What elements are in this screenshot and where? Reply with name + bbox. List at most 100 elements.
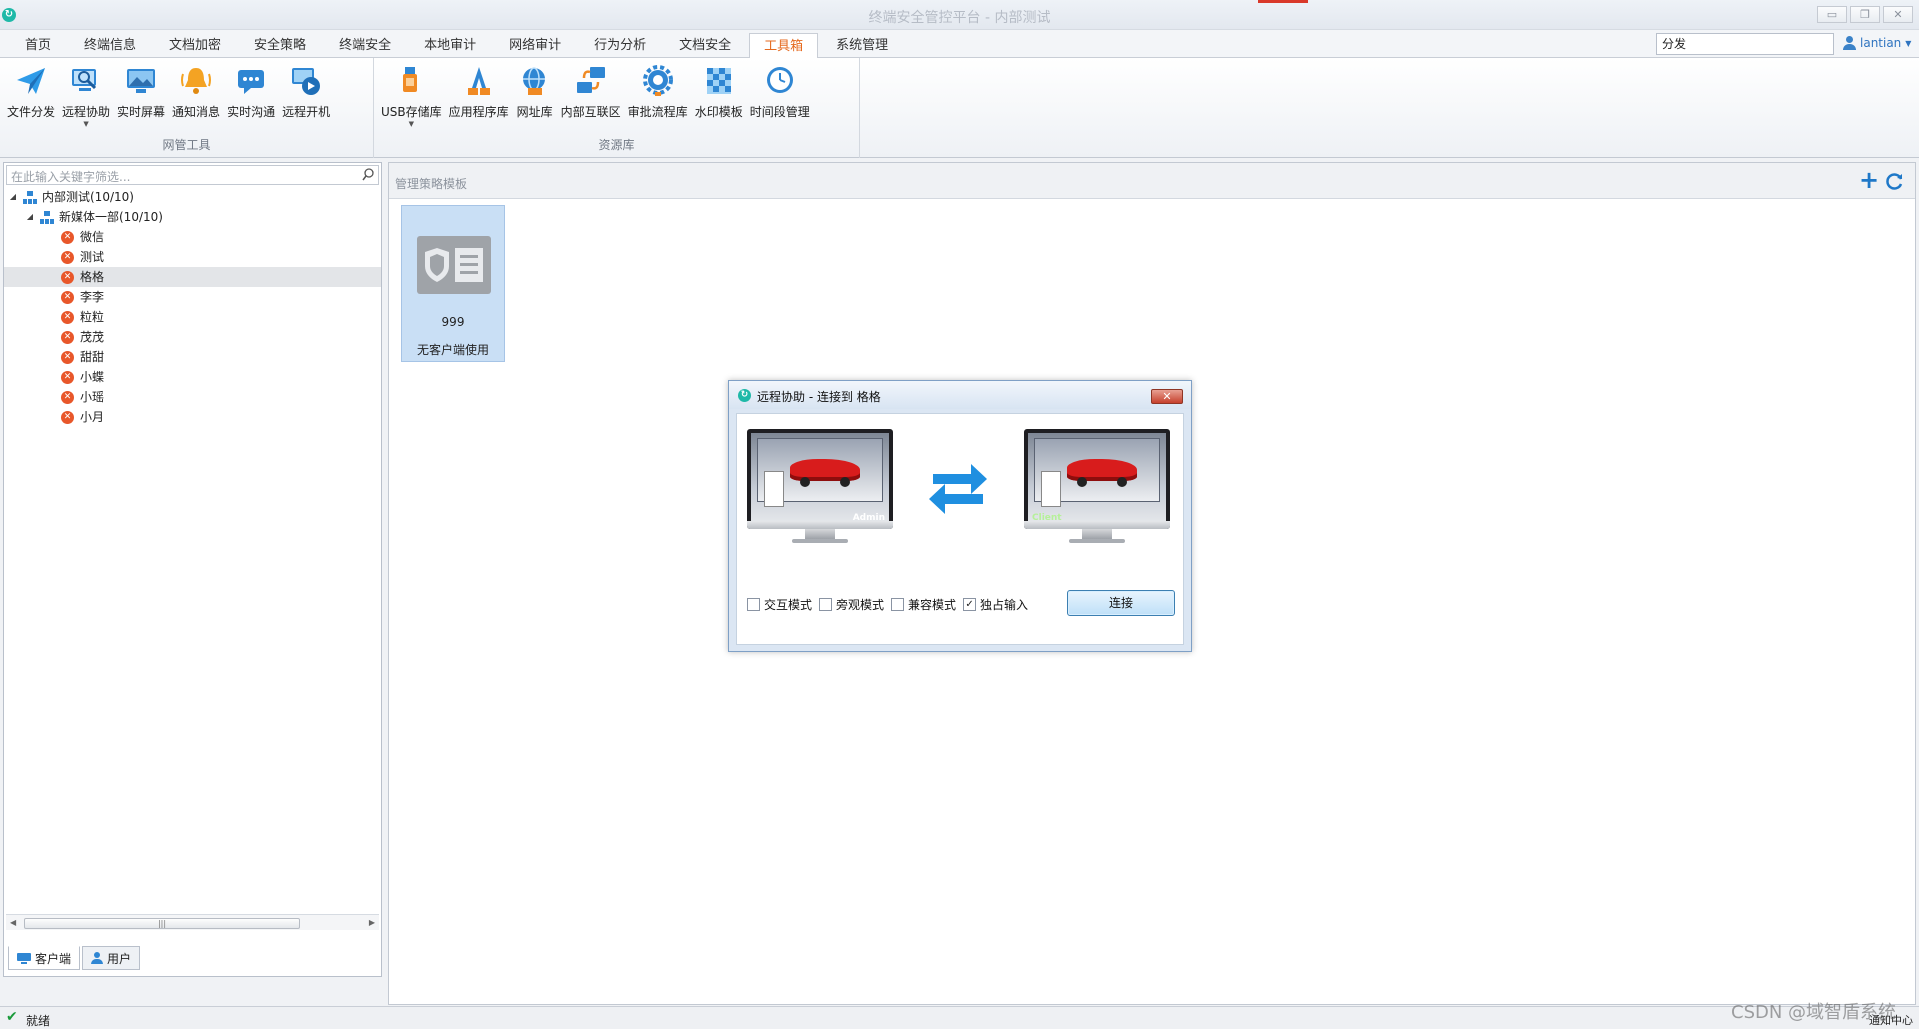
url-library-button[interactable]: 网址库 — [513, 62, 557, 128]
policy-template-icon — [417, 236, 491, 294]
scroll-thumb[interactable]: ||| — [24, 918, 300, 929]
checkbox[interactable] — [891, 598, 905, 611]
internal-network-button[interactable]: 内部互联区 — [558, 62, 624, 128]
title-bar: ↻ 终端安全管控平台 - 内部测试 ▭ ❐ ✕ — [0, 0, 1919, 30]
tree-client[interactable]: ✕ 茂茂 — [4, 327, 381, 347]
remote-power-icon — [287, 62, 325, 100]
compat-mode-checkbox[interactable]: 兼容模式 — [891, 596, 956, 613]
network-icon — [572, 62, 610, 100]
tab-doc-encryption[interactable]: 文档加密 — [154, 32, 236, 58]
expand-toggle-icon[interactable]: ◢ — [25, 207, 35, 227]
restore-button[interactable]: ❐ — [1850, 6, 1880, 23]
offline-status-icon: ✕ — [61, 230, 74, 244]
paper-plane-icon — [12, 62, 50, 100]
exclusive-input-checkbox[interactable]: ✓ 独占输入 — [963, 596, 1028, 613]
ribbon-group-network-tools: 文件分发 远程协助 ▼ 实时屏幕 通知消息 实时沟通 远程开机 网管工具 — [0, 58, 374, 158]
offline-status-icon: ✕ — [61, 370, 74, 384]
app-library-button[interactable]: 应用程序库 — [446, 62, 512, 128]
user-icon — [91, 952, 104, 964]
ribbon-group-resources: USB存储库 ▼ 应用程序库 网址库 内部互联区 审批流程库 水印模板 时间段管… — [374, 58, 860, 158]
tab-local-audit[interactable]: 本地审计 — [409, 32, 491, 58]
search-input[interactable]: 分发 — [1656, 33, 1834, 55]
check-icon: ✔ — [6, 1009, 18, 1025]
user-menu[interactable]: lantian ▼ — [1843, 36, 1911, 50]
tree-client-selected[interactable]: ✕ 格格 — [4, 267, 381, 287]
realtime-screen-button[interactable]: 实时屏幕 — [114, 62, 168, 128]
minimize-button[interactable]: ▭ — [1817, 6, 1847, 23]
offline-status-icon: ✕ — [61, 350, 74, 364]
search-icon[interactable] — [362, 168, 375, 181]
offline-status-icon: ✕ — [61, 250, 74, 264]
scroll-right-icon[interactable]: ▶ — [369, 918, 375, 927]
dialog-close-button[interactable]: ✕ — [1151, 389, 1183, 404]
tab-users[interactable]: 用户 — [82, 946, 141, 970]
add-icon[interactable]: + — [1859, 168, 1879, 192]
notification-button[interactable]: 通知消息 — [169, 62, 223, 128]
user-name: lantian — [1860, 36, 1902, 50]
connect-button[interactable]: 连接 — [1067, 590, 1175, 616]
tab-home[interactable]: 首页 — [10, 32, 66, 58]
tab-terminal-security[interactable]: 终端安全 — [324, 32, 406, 58]
approval-flow-button[interactable]: 审批流程库 — [625, 62, 691, 128]
tab-network-audit[interactable]: 网络审计 — [494, 32, 576, 58]
tree-client[interactable]: ✕ 微信 — [4, 227, 381, 247]
template-card[interactable]: 999 无客户端使用 — [401, 205, 505, 362]
org-icon — [23, 190, 37, 204]
mode-options: 交互模式 旁观模式 兼容模式 ✓ 独占输入 — [747, 596, 1035, 613]
offline-status-icon: ✕ — [61, 310, 74, 324]
realtime-chat-button[interactable]: 实时沟通 — [224, 62, 278, 128]
offline-status-icon: ✕ — [61, 330, 74, 344]
expand-toggle-icon[interactable]: ◢ — [8, 187, 18, 207]
template-id: 999 — [441, 315, 465, 329]
template-panel-header: 管理策略模板 + — [389, 163, 1915, 199]
dialog-title: 远程协助 - 连接到 格格 — [757, 390, 881, 404]
checkbox[interactable] — [747, 598, 760, 611]
refresh-icon[interactable] — [1885, 171, 1905, 191]
tree-client[interactable]: ✕ 李李 — [4, 287, 381, 307]
tab-doc-security[interactable]: 文档安全 — [664, 32, 746, 58]
client-tree-panel: 在此输入关键字筛选... ◢ 内部测试(10/10) ◢ 新媒体一部(10/10… — [3, 162, 382, 977]
tree-dept[interactable]: ◢ 新媒体一部(10/10) — [4, 207, 381, 227]
offline-status-icon: ✕ — [61, 290, 74, 304]
screen-icon — [122, 62, 160, 100]
window-title: 终端安全管控平台 - 内部测试 — [868, 10, 1051, 26]
watermark-template-button[interactable]: 水印模板 — [692, 62, 746, 128]
status-bar: ✔ 就绪 通知中心 — [0, 1006, 1919, 1029]
tree-root[interactable]: ◢ 内部测试(10/10) — [4, 187, 381, 207]
app-logo-icon: ↻ — [738, 389, 751, 402]
watermark: CSDN @域智盾系统 — [1731, 1002, 1897, 1023]
checkbox-checked[interactable]: ✓ — [963, 598, 977, 611]
monitor-search-icon — [67, 62, 105, 100]
remote-boot-button[interactable]: 远程开机 — [279, 62, 333, 128]
menu-bar: 首页 终端信息 文档加密 安全策略 终端安全 本地审计 网络审计 行为分析 文档… — [0, 30, 1919, 59]
tree-client[interactable]: ✕ 小月 — [4, 407, 381, 427]
scroll-left-icon[interactable]: ◀ — [10, 918, 16, 927]
time-period-button[interactable]: 时间段管理 — [747, 62, 813, 128]
tab-toolbox[interactable]: 工具箱 — [749, 33, 819, 59]
tree-client[interactable]: ✕ 小蝶 — [4, 367, 381, 387]
usb-storage-button[interactable]: USB存储库 ▼ — [378, 62, 445, 128]
file-distribution-button[interactable]: 文件分发 — [4, 62, 58, 128]
clock-icon — [761, 62, 799, 100]
horizontal-scrollbar[interactable]: ◀ ||| ▶ — [6, 914, 379, 930]
tree-client[interactable]: ✕ 小瑶 — [4, 387, 381, 407]
tree-client[interactable]: ✕ 测试 — [4, 247, 381, 267]
checkbox[interactable] — [819, 598, 833, 611]
computer-icon — [17, 952, 31, 964]
tab-terminal-info[interactable]: 终端信息 — [69, 32, 151, 58]
filter-input[interactable]: 在此输入关键字筛选... — [6, 165, 379, 185]
tree-client[interactable]: ✕ 粒粒 — [4, 307, 381, 327]
panel-title: 管理策略模板 — [395, 177, 468, 191]
menu-tabs: 首页 终端信息 文档加密 安全策略 终端安全 本地审计 网络审计 行为分析 文档… — [10, 32, 906, 59]
tab-system-management[interactable]: 系统管理 — [821, 32, 903, 58]
globe-icon — [516, 62, 554, 100]
remote-assist-button[interactable]: 远程协助 ▼ — [59, 62, 113, 128]
tab-behavior-analysis[interactable]: 行为分析 — [579, 32, 661, 58]
observe-mode-checkbox[interactable]: 旁观模式 — [819, 596, 884, 613]
swap-arrows-icon — [929, 464, 987, 514]
interactive-mode-checkbox[interactable]: 交互模式 — [747, 596, 812, 613]
close-button[interactable]: ✕ — [1883, 6, 1913, 23]
tab-clients[interactable]: 客户端 — [8, 946, 81, 970]
tab-security-policy[interactable]: 安全策略 — [239, 32, 321, 58]
tree-client[interactable]: ✕ 甜甜 — [4, 347, 381, 367]
